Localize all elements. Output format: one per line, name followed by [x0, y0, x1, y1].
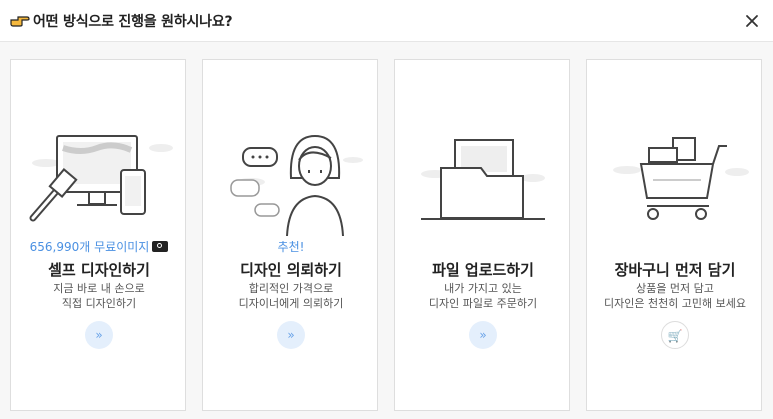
computer-brush-illustration	[29, 135, 173, 222]
designer-person-illustration	[230, 134, 363, 237]
add-to-cart-card[interactable]: 장바구니 먼저 담기 상품을 먼저 담고 디자인은 천천히 고민해 보세요 🛒	[586, 59, 762, 411]
design-method-modal: 어떤 방식으로 진행을 원하시나요? 656,990개 무료이미지 셀프 디자인…	[0, 0, 773, 419]
shopping-cart-illustration	[613, 137, 749, 220]
modal-title: 어떤 방식으로 진행을 원하시나요?	[33, 14, 233, 30]
self-design-card[interactable]: 656,990개 무료이미지 셀프 디자인하기 지금 바로 내 손으로 직접 디…	[10, 59, 186, 411]
card-title: 장바구니 먼저 담기	[614, 261, 736, 279]
next-arrow-button[interactable]: »	[277, 321, 305, 349]
modal-header: 어떤 방식으로 진행을 원하시나요?	[0, 0, 773, 42]
card-title: 파일 업로드하기	[432, 261, 534, 279]
recommended-badge: 추천!	[277, 240, 305, 254]
card-desc-line1: 상품을 먼저 담고	[636, 282, 714, 295]
card-title: 디자인 의뢰하기	[240, 261, 342, 279]
cart-icon-button[interactable]: 🛒	[661, 321, 689, 349]
card-desc-line1: 지금 바로 내 손으로	[53, 282, 145, 295]
folder-file-illustration	[421, 139, 545, 220]
card-desc-line2: 디자인 파일로 주문하기	[428, 297, 538, 310]
card-desc-line2: 직접 디자인하기	[61, 297, 137, 310]
card-desc-line1: 내가 가지고 있는	[444, 282, 522, 295]
card-desc-line2: 디자이너에게 의뢰하기	[238, 297, 344, 310]
next-arrow-button[interactable]: »	[85, 321, 113, 349]
modal-body: 656,990개 무료이미지 셀프 디자인하기 지금 바로 내 손으로 직접 디…	[0, 42, 773, 419]
upload-file-card[interactable]: 파일 업로드하기 내가 가지고 있는 디자인 파일로 주문하기 »	[394, 59, 570, 411]
card-desc-line1: 합리적인 가격으로	[248, 282, 334, 295]
card-desc-line2: 디자인은 천천히 고민해 보세요	[603, 297, 747, 310]
camera-icon	[152, 241, 169, 252]
pointing-hand-icon	[10, 16, 30, 27]
free-images-badge: 656,990개 무료이미지	[11, 238, 187, 255]
close-icon[interactable]	[743, 12, 761, 30]
request-design-card[interactable]: 추천! 디자인 의뢰하기 합리적인 가격으로 디자이너에게 의뢰하기 »	[202, 59, 378, 411]
card-title: 셀프 디자인하기	[48, 261, 150, 279]
next-arrow-button[interactable]: »	[469, 321, 497, 349]
